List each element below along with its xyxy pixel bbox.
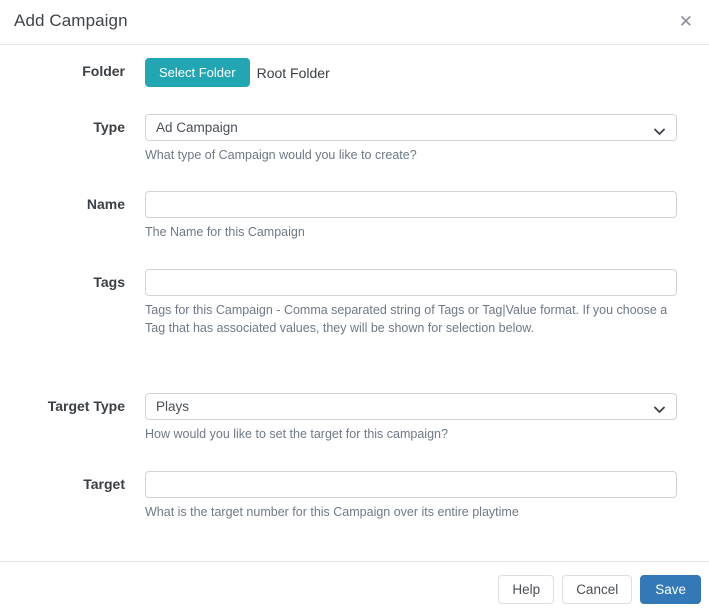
target-type-help-text: How would you like to set the target for… [145, 425, 677, 443]
type-select[interactable]: Ad Campaign [145, 114, 677, 141]
form-row-target-type: Target Type Plays How would you like to … [0, 393, 709, 443]
tags-input[interactable] [145, 269, 677, 296]
name-help-text: The Name for this Campaign [145, 223, 677, 241]
form-row-type: Type Ad Campaign What type of Campaign w… [0, 114, 709, 164]
save-button[interactable]: Save [640, 575, 701, 604]
type-help-text: What type of Campaign would you like to … [145, 146, 677, 164]
target-type-select-value: Plays [156, 399, 189, 414]
close-icon[interactable]: ✕ [675, 11, 697, 32]
add-campaign-modal: Add Campaign ✕ Folder Select Folder Root… [0, 0, 709, 613]
type-select-value: Ad Campaign [156, 120, 238, 135]
target-help-text: What is the target number for this Campa… [145, 503, 677, 521]
chevron-down-icon [654, 402, 665, 410]
type-label: Type [0, 114, 145, 164]
help-button[interactable]: Help [498, 575, 554, 604]
chevron-down-icon [654, 124, 665, 132]
target-type-label: Target Type [0, 393, 145, 443]
target-type-select[interactable]: Plays [145, 393, 677, 420]
name-label: Name [0, 191, 145, 241]
form-row-target: Target What is the target number for thi… [0, 471, 709, 521]
modal-title: Add Campaign [14, 11, 128, 31]
name-input[interactable] [145, 191, 677, 218]
folder-label: Folder [0, 58, 145, 87]
folder-current-value: Root Folder [257, 65, 330, 81]
cancel-button[interactable]: Cancel [562, 575, 632, 604]
form-row-name: Name The Name for this Campaign [0, 191, 709, 241]
select-folder-button[interactable]: Select Folder [145, 58, 250, 87]
target-label: Target [0, 471, 145, 521]
form-row-tags: Tags Tags for this Campaign - Comma sepa… [0, 269, 709, 337]
modal-footer: Help Cancel Save [0, 561, 709, 613]
tags-label: Tags [0, 269, 145, 337]
form-row-folder: Folder Select Folder Root Folder [0, 58, 709, 87]
modal-header: Add Campaign ✕ [0, 0, 709, 45]
target-input[interactable] [145, 471, 677, 498]
modal-body: Folder Select Folder Root Folder Type Ad… [0, 45, 709, 561]
tags-help-text: Tags for this Campaign - Comma separated… [145, 301, 677, 337]
